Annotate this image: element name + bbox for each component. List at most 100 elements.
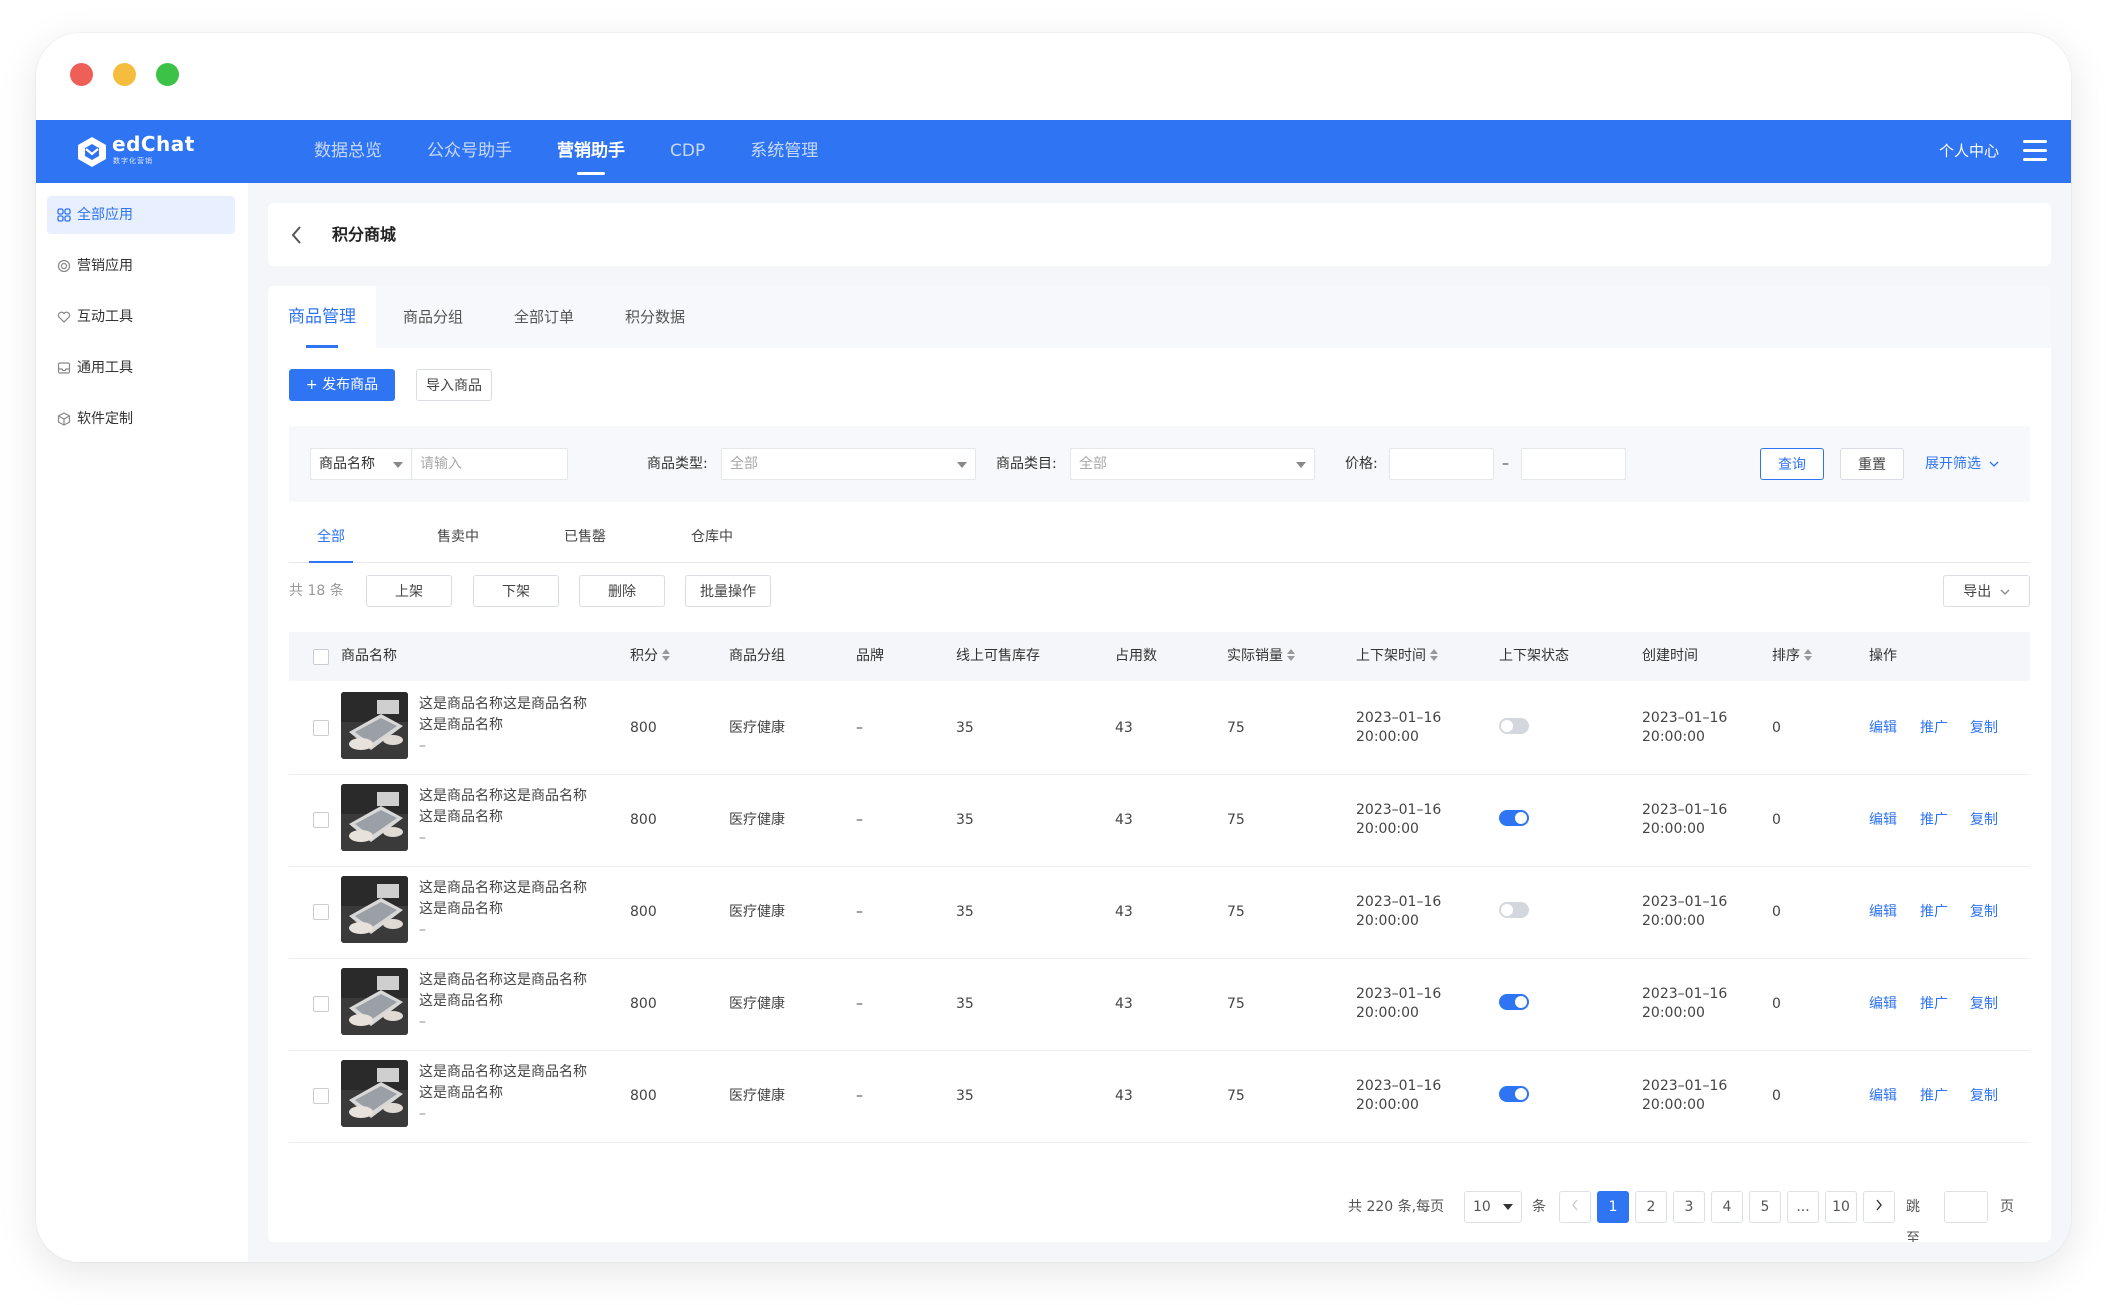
shelf-time-cell: 2023–01–16 20:00:00 [1356,801,1441,839]
product-name-input[interactable]: 请输入 [411,448,568,480]
delete-button[interactable]: 删除 [579,575,665,607]
edit-link[interactable]: 编辑 [1869,1050,1897,1142]
status-tab-all[interactable]: 全部 [309,512,353,563]
nav-item-overview[interactable]: 数据总览 [314,120,382,183]
back-arrow-icon[interactable] [290,225,302,245]
shelf-status-toggle[interactable] [1499,902,1529,918]
page-button-1[interactable]: 1 [1597,1191,1629,1223]
user-center-link[interactable]: 个人中心 [1939,120,1999,183]
edit-link[interactable]: 编辑 [1869,866,1897,958]
tab-product-groups[interactable]: 商品分组 [403,286,463,348]
tab-product-management[interactable]: 商品管理 [268,286,376,348]
product-name-cell[interactable]: 这是商品名称这是商品名称这是商品名称 – [419,1062,594,1125]
product-name-cell[interactable]: 这是商品名称这是商品名称这是商品名称 – [419,786,594,849]
sidebar-item-interactive-tools[interactable]: 互动工具 [47,298,235,336]
promote-link[interactable]: 推广 [1920,682,1948,774]
row-checkbox[interactable] [313,1088,329,1104]
product-name-cell[interactable]: 这是商品名称这是商品名称这是商品名称 – [419,878,594,941]
publish-product-button[interactable]: + 发布商品 [289,369,395,401]
sort-icon[interactable] [1804,649,1812,661]
nav-item-official-account[interactable]: 公众号助手 [427,120,512,183]
reset-button[interactable]: 重置 [1840,448,1904,480]
promote-link[interactable]: 推广 [1920,774,1948,866]
import-product-button[interactable]: 导入商品 [416,369,492,401]
logo[interactable]: edChat 数字化营销 [76,132,194,170]
page-button-10[interactable]: 10 [1825,1191,1857,1223]
filter-bar: 商品名称 请输入 商品类型: 全部 商品类目: 全部 价格: – 查询 重置 展… [289,426,2030,502]
expand-filter-link[interactable]: 展开筛选 [1925,448,1999,480]
row-checkbox[interactable] [313,720,329,736]
query-button[interactable]: 查询 [1760,448,1824,480]
window-maximize-dot[interactable] [156,63,179,86]
product-category-select[interactable]: 全部 [1070,448,1315,480]
tab-all-orders[interactable]: 全部订单 [514,286,574,348]
nav-item-marketing[interactable]: 营销助手 [557,120,625,183]
row-checkbox[interactable] [313,904,329,920]
product-name-cell[interactable]: 这是商品名称这是商品名称这是商品名称 – [419,694,594,757]
copy-link[interactable]: 复制 [1970,682,1998,774]
copy-link[interactable]: 复制 [1970,774,1998,866]
export-button[interactable]: 导出 [1943,575,2030,607]
hamburger-menu-icon[interactable] [2023,140,2047,162]
on-shelf-button[interactable]: 上架 [366,575,452,607]
row-checkbox[interactable] [313,812,329,828]
jump-page-input[interactable] [1944,1191,1988,1223]
nav-item-cdp[interactable]: CDP [670,120,705,183]
sort-icon[interactable] [1430,649,1438,661]
header-shelf-time[interactable]: 上下架时间 [1356,632,1438,681]
window-minimize-dot[interactable] [113,63,136,86]
off-shelf-button[interactable]: 下架 [473,575,559,607]
sidebar-item-custom-software[interactable]: 软件定制 [47,400,235,438]
status-tab-on-sale[interactable]: 售卖中 [437,512,479,562]
logo-text: edChat [112,132,195,156]
product-type-select[interactable]: 全部 [721,448,976,480]
page-button-4[interactable]: 4 [1711,1191,1743,1223]
sidebar-item-common-tools[interactable]: 通用工具 [47,349,235,387]
page-button-2[interactable]: 2 [1635,1191,1667,1223]
shelf-status-toggle[interactable] [1499,810,1529,826]
promote-link[interactable]: 推广 [1920,1050,1948,1142]
promote-link[interactable]: 推广 [1920,866,1948,958]
shelf-status-toggle[interactable] [1499,718,1529,734]
page-button-3[interactable]: 3 [1673,1191,1705,1223]
page-size-select[interactable]: 10 [1464,1191,1522,1223]
price-min-input[interactable] [1389,448,1494,480]
header-sales[interactable]: 实际销量 [1227,632,1295,681]
copy-link[interactable]: 复制 [1970,958,1998,1050]
header-group: 商品分组 [729,648,785,664]
header-points[interactable]: 积分 [630,632,670,681]
page-ellipsis[interactable]: ... [1787,1191,1819,1223]
sidebar-item-all-apps[interactable]: 全部应用 [47,196,235,234]
prev-page-button[interactable] [1559,1191,1591,1223]
product-thumbnail [341,692,408,759]
shelf-status-toggle[interactable] [1499,994,1529,1010]
sort-icon[interactable] [662,649,670,661]
sort-icon[interactable] [1287,649,1295,661]
name-field-select-value: 商品名称 [319,456,375,472]
status-tab-warehouse[interactable]: 仓库中 [691,512,733,562]
points-cell: 800 [630,1088,657,1104]
edit-link[interactable]: 编辑 [1869,958,1897,1050]
sort-cell: 0 [1772,996,1781,1012]
edit-link[interactable]: 编辑 [1869,774,1897,866]
product-name-cell[interactable]: 这是商品名称这是商品名称这是商品名称 – [419,970,594,1033]
copy-link[interactable]: 复制 [1970,866,1998,958]
sidebar-item-marketing-apps[interactable]: 营销应用 [47,247,235,285]
shelf-status-toggle[interactable] [1499,1086,1529,1102]
promote-link[interactable]: 推广 [1920,958,1948,1050]
price-max-input[interactable] [1521,448,1626,480]
tab-points-data[interactable]: 积分数据 [625,286,685,348]
row-checkbox[interactable] [313,996,329,1012]
nav-item-system[interactable]: 系统管理 [750,120,818,183]
page-button-5[interactable]: 5 [1749,1191,1781,1223]
next-page-button[interactable] [1863,1191,1895,1223]
edit-link[interactable]: 编辑 [1869,682,1897,774]
copy-link[interactable]: 复制 [1970,1050,1998,1142]
header-sort[interactable]: 排序 [1772,632,1812,681]
select-all-checkbox[interactable] [313,649,329,665]
batch-operation-button[interactable]: 批量操作 [685,575,771,607]
sales-cell: 75 [1227,996,1245,1012]
name-field-select[interactable]: 商品名称 [310,448,412,480]
status-tab-sold-out[interactable]: 已售罄 [564,512,606,562]
window-close-dot[interactable] [70,63,93,86]
